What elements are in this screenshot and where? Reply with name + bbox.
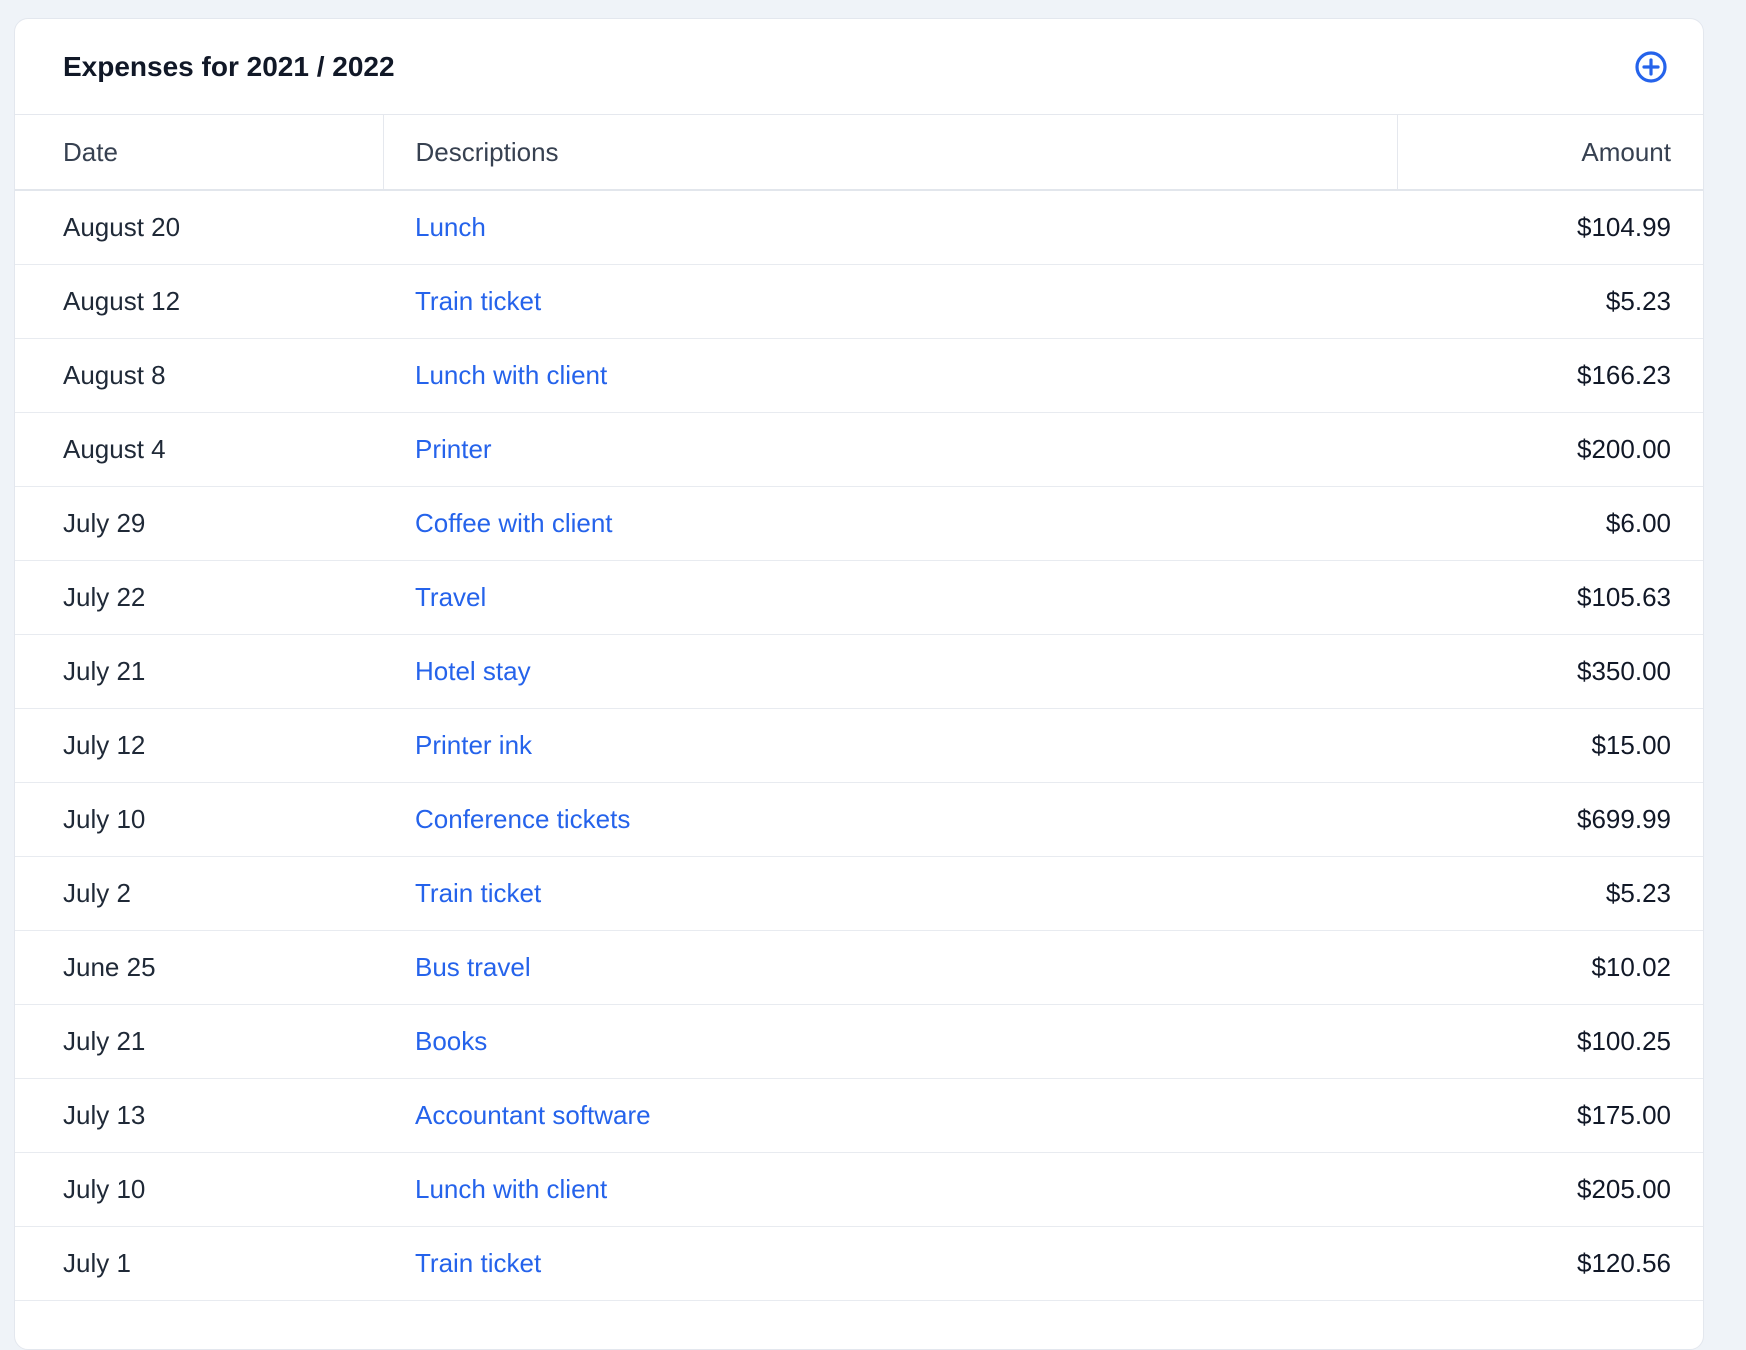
expense-amount: $5.23 (1397, 264, 1703, 339)
expense-amount: $15.00 (1397, 708, 1703, 783)
expense-date: July 1 (15, 1226, 383, 1301)
expense-amount: $699.99 (1397, 782, 1703, 857)
expense-description-link[interactable]: Bus travel (415, 952, 531, 982)
table-row: July 10 Lunch with client $205.00 (15, 1152, 1703, 1227)
table-row: July 29 Coffee with client $6.00 (15, 486, 1703, 561)
expense-date: June 25 (15, 930, 383, 1005)
expense-description-cell: Printer ink (383, 708, 1397, 783)
expense-description-link[interactable]: Coffee with client (415, 508, 613, 538)
expense-description-link[interactable]: Printer ink (415, 730, 532, 760)
expense-date: July 10 (15, 782, 383, 857)
expense-amount: $105.63 (1397, 560, 1703, 635)
table-row: July 2 Train ticket $5.23 (15, 856, 1703, 931)
table-row: July 1 Train ticket $120.56 (15, 1226, 1703, 1301)
expenses-table: Date Descriptions Amount August 20 Lunch $… (15, 115, 1703, 1301)
expense-description-link[interactable]: Accountant software (415, 1100, 651, 1130)
table-row: August 4 Printer $200.00 (15, 412, 1703, 487)
expense-description-cell: Hotel stay (383, 634, 1397, 709)
table-row: July 12 Printer ink $15.00 (15, 708, 1703, 783)
expense-date: July 10 (15, 1152, 383, 1227)
add-expense-button[interactable] (1631, 47, 1671, 87)
expense-description-cell: Lunch with client (383, 1152, 1397, 1227)
expense-description-link[interactable]: Hotel stay (415, 656, 531, 686)
expense-description-cell: Train ticket (383, 264, 1397, 339)
expense-date: August 4 (15, 412, 383, 487)
expense-amount: $120.56 (1397, 1226, 1703, 1301)
expense-description-cell: Coffee with client (383, 486, 1397, 561)
expense-amount: $104.99 (1397, 190, 1703, 265)
column-header-amount[interactable]: Amount (1397, 115, 1703, 191)
expense-date: July 12 (15, 708, 383, 783)
expense-description-cell: Lunch (383, 190, 1397, 265)
column-header-date[interactable]: Date (15, 115, 384, 191)
table-row: June 25 Bus travel $10.02 (15, 930, 1703, 1005)
expense-date: August 12 (15, 264, 383, 339)
table-row: August 12 Train ticket $5.23 (15, 264, 1703, 339)
expenses-card: Expenses for 2021 / 2022 Date Descriptio… (14, 18, 1704, 1350)
expense-description-cell: Conference tickets (383, 782, 1397, 857)
table-header-row: Date Descriptions Amount (15, 115, 1703, 191)
expense-description-link[interactable]: Train ticket (415, 878, 541, 908)
expense-amount: $166.23 (1397, 338, 1703, 413)
expense-date: August 8 (15, 338, 383, 413)
expense-description-cell: Lunch with client (383, 338, 1397, 413)
table-row: July 10 Conference tickets $699.99 (15, 782, 1703, 857)
table-row: July 13 Accountant software $175.00 (15, 1078, 1703, 1153)
expense-date: July 21 (15, 1004, 383, 1079)
expense-date: July 29 (15, 486, 383, 561)
expense-date: July 13 (15, 1078, 383, 1153)
expense-date: July 21 (15, 634, 383, 709)
expense-description-link[interactable]: Conference tickets (415, 804, 630, 834)
page-title: Expenses for 2021 / 2022 (63, 50, 395, 82)
expense-description-cell: Printer (383, 412, 1397, 487)
table-row: August 20 Lunch $104.99 (15, 190, 1703, 265)
expense-date: July 2 (15, 856, 383, 931)
table-row: July 22 Travel $105.63 (15, 560, 1703, 635)
expense-date: July 22 (15, 560, 383, 635)
card-header: Expenses for 2021 / 2022 (15, 19, 1703, 115)
plus-circle-icon (1635, 50, 1667, 83)
expense-amount: $100.25 (1397, 1004, 1703, 1079)
expense-amount: $6.00 (1397, 486, 1703, 561)
expense-amount: $5.23 (1397, 856, 1703, 931)
table-body: August 20 Lunch $104.99 August 12 Train tick… (15, 190, 1703, 1301)
expense-description-link[interactable]: Train ticket (415, 286, 541, 316)
expense-description-cell: Accountant software (383, 1078, 1397, 1153)
expense-description-link[interactable]: Books (415, 1026, 487, 1056)
expense-description-cell: Train ticket (383, 1226, 1397, 1301)
expense-description-link[interactable]: Lunch with client (415, 1174, 607, 1204)
expense-description-cell: Books (383, 1004, 1397, 1079)
column-header-descriptions[interactable]: Descriptions (383, 115, 1398, 191)
table-row: July 21 Books $100.25 (15, 1004, 1703, 1079)
table-row: August 8 Lunch with client $166.23 (15, 338, 1703, 413)
expense-amount: $205.00 (1397, 1152, 1703, 1227)
expense-description-link[interactable]: Travel (415, 582, 486, 612)
expense-amount: $10.02 (1397, 930, 1703, 1005)
table-row: July 21 Hotel stay $350.00 (15, 634, 1703, 709)
expense-amount: $175.00 (1397, 1078, 1703, 1153)
expense-description-cell: Train ticket (383, 856, 1397, 931)
expense-description-link[interactable]: Printer (415, 434, 492, 464)
expense-description-cell: Travel (383, 560, 1397, 635)
expense-amount: $200.00 (1397, 412, 1703, 487)
expense-description-link[interactable]: Lunch (415, 212, 486, 242)
expense-date: August 20 (15, 190, 383, 265)
expense-description-link[interactable]: Lunch with client (415, 360, 607, 390)
expense-amount: $350.00 (1397, 634, 1703, 709)
expense-description-cell: Bus travel (383, 930, 1397, 1005)
expense-description-link[interactable]: Train ticket (415, 1248, 541, 1278)
